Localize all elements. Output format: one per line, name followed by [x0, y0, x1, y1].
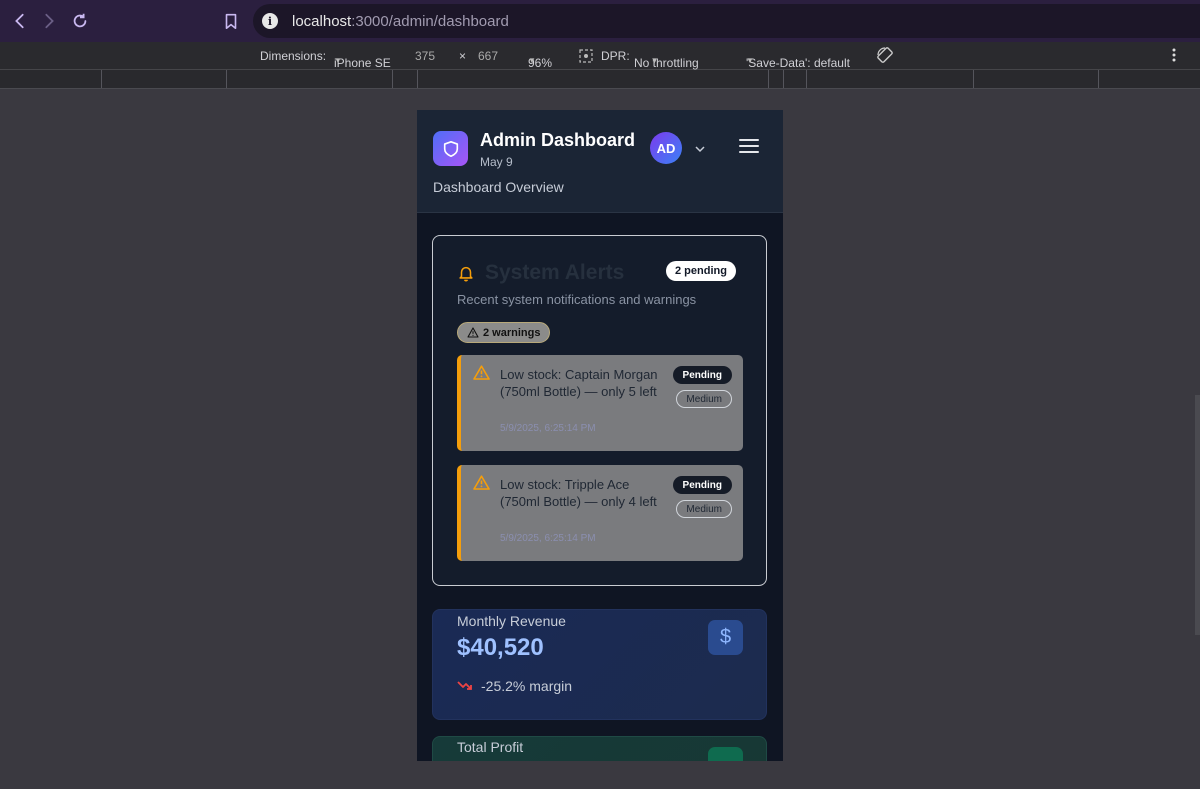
bell-icon	[457, 264, 475, 287]
height-input[interactable]: 667	[478, 49, 498, 63]
warning-icon	[473, 365, 490, 385]
info-icon[interactable]: i	[262, 13, 278, 29]
forward-icon[interactable]	[34, 6, 64, 36]
avatar[interactable]: AD	[650, 132, 682, 164]
alert-timestamp: 5/9/2025, 6:25:14 PM	[500, 423, 596, 434]
shield-logo-icon	[433, 131, 468, 166]
rotate-icon[interactable]	[876, 46, 894, 67]
monthly-revenue-card: Monthly Revenue $40,520 $ -25.2% margin	[432, 609, 767, 720]
browser-toolbar: i localhost:3000/admin/dashboard	[0, 0, 1200, 42]
alerts-title: System Alerts	[485, 261, 625, 284]
warning-icon	[473, 475, 490, 495]
more-options-icon[interactable]	[1170, 46, 1178, 67]
app-header: Admin Dashboard May 9 AD Dashboard Overv…	[417, 110, 783, 213]
revenue-label: Monthly Revenue	[457, 613, 566, 629]
device-toolbar: Dimensions: iPhone SE ▼ 375 × 667 96% ▼ …	[0, 42, 1200, 70]
alert-item[interactable]: Low stock: Tripple Ace (750ml Bottle) — …	[457, 465, 743, 561]
chevron-down-icon[interactable]	[694, 140, 706, 158]
alert-message: Low stock: Tripple Ace (750ml Bottle) — …	[500, 477, 657, 509]
alerts-description: Recent system notifications and warnings	[457, 292, 697, 307]
total-profit-card: Total Profit	[432, 736, 767, 761]
back-icon[interactable]	[5, 6, 35, 36]
header-date: May 9	[480, 155, 513, 169]
dollar-icon: $	[708, 620, 743, 655]
alert-message: Low stock: Captain Morgan (750ml Bottle)…	[500, 367, 658, 399]
url-text[interactable]: localhost:3000/admin/dashboard	[292, 13, 509, 30]
profit-label: Total Profit	[457, 739, 524, 755]
page-title: Admin Dashboard	[480, 130, 636, 150]
warning-icon	[467, 327, 479, 338]
revenue-value: $40,520	[457, 634, 544, 661]
media-query-ruler[interactable]	[0, 70, 1200, 89]
severity-badge: Medium	[676, 500, 732, 518]
reload-icon[interactable]	[65, 6, 95, 36]
address-bar[interactable]: i localhost:3000/admin/dashboard	[253, 4, 1200, 38]
times-icon: ×	[459, 49, 467, 63]
width-input[interactable]: 375	[415, 49, 435, 63]
device-viewport: Admin Dashboard May 9 AD Dashboard Overv…	[417, 110, 783, 761]
dashboard-subtitle: Dashboard Overview	[433, 179, 564, 195]
profit-icon	[708, 747, 743, 761]
bookmark-icon[interactable]	[216, 6, 246, 36]
alert-timestamp: 5/9/2025, 6:25:14 PM	[500, 533, 596, 544]
dpr-icon[interactable]	[579, 49, 593, 66]
scrollbar[interactable]	[1195, 395, 1200, 635]
dpr-label: DPR:	[601, 49, 630, 63]
throttling-select[interactable]: No throttling ▼	[634, 49, 699, 70]
status-badge: Pending	[672, 476, 732, 494]
pending-count-badge: 2 pending	[666, 261, 736, 281]
alert-item[interactable]: Low stock: Captain Morgan (750ml Bottle)…	[457, 355, 743, 451]
revenue-trend: -25.2% margin	[457, 678, 572, 694]
status-badge: Pending	[672, 366, 732, 384]
severity-badge: Medium	[676, 390, 732, 408]
warnings-badge: 2 warnings	[457, 322, 551, 343]
system-alerts-card: System Alerts 2 pending Recent system no…	[432, 235, 767, 586]
dimensions-label: Dimensions:	[260, 49, 327, 63]
menu-icon[interactable]	[739, 139, 759, 157]
trend-down-icon	[457, 681, 472, 690]
